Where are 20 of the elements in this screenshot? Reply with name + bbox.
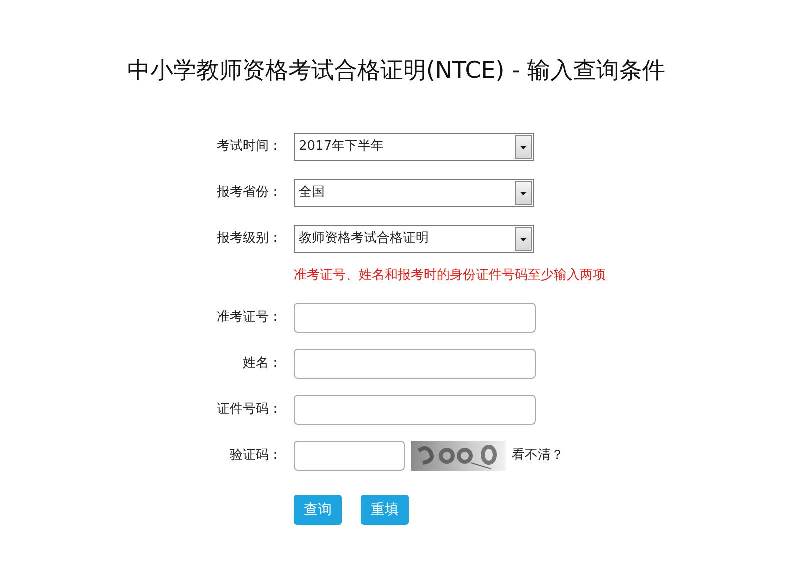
field-label: 证件号码： bbox=[216, 401, 282, 420]
input-field[interactable] bbox=[294, 349, 536, 380]
refresh-link[interactable]: 看不清？ bbox=[512, 446, 564, 466]
dropdown[interactable]: 全国 bbox=[294, 178, 534, 207]
field-label: 考试时间： bbox=[216, 138, 282, 156]
caret-icon[interactable] bbox=[515, 180, 532, 205]
input-field[interactable] bbox=[294, 395, 536, 426]
field-label: 报考级别： bbox=[216, 230, 282, 248]
caret-icon[interactable] bbox=[515, 226, 532, 251]
caret-icon[interactable] bbox=[515, 134, 532, 159]
input-field[interactable] bbox=[294, 303, 536, 334]
hint-text: 准考证号、姓名和报考时的身份证件号码至少输入两项 bbox=[294, 266, 607, 285]
dropdown[interactable]: 教师资格考试合格证明 bbox=[294, 224, 534, 253]
dropdown[interactable]: 2017年下半年 bbox=[294, 132, 534, 161]
field-label: 姓名： bbox=[242, 355, 282, 374]
page-title: 中小学教师资格考试合格证明(NTCE) - 输入查询条件 bbox=[126, 57, 667, 86]
field-label: 报考省份： bbox=[216, 184, 282, 202]
input-field[interactable] bbox=[294, 441, 405, 472]
field-label: 准考证号： bbox=[216, 309, 282, 328]
field-label: 验证码： bbox=[229, 447, 282, 466]
